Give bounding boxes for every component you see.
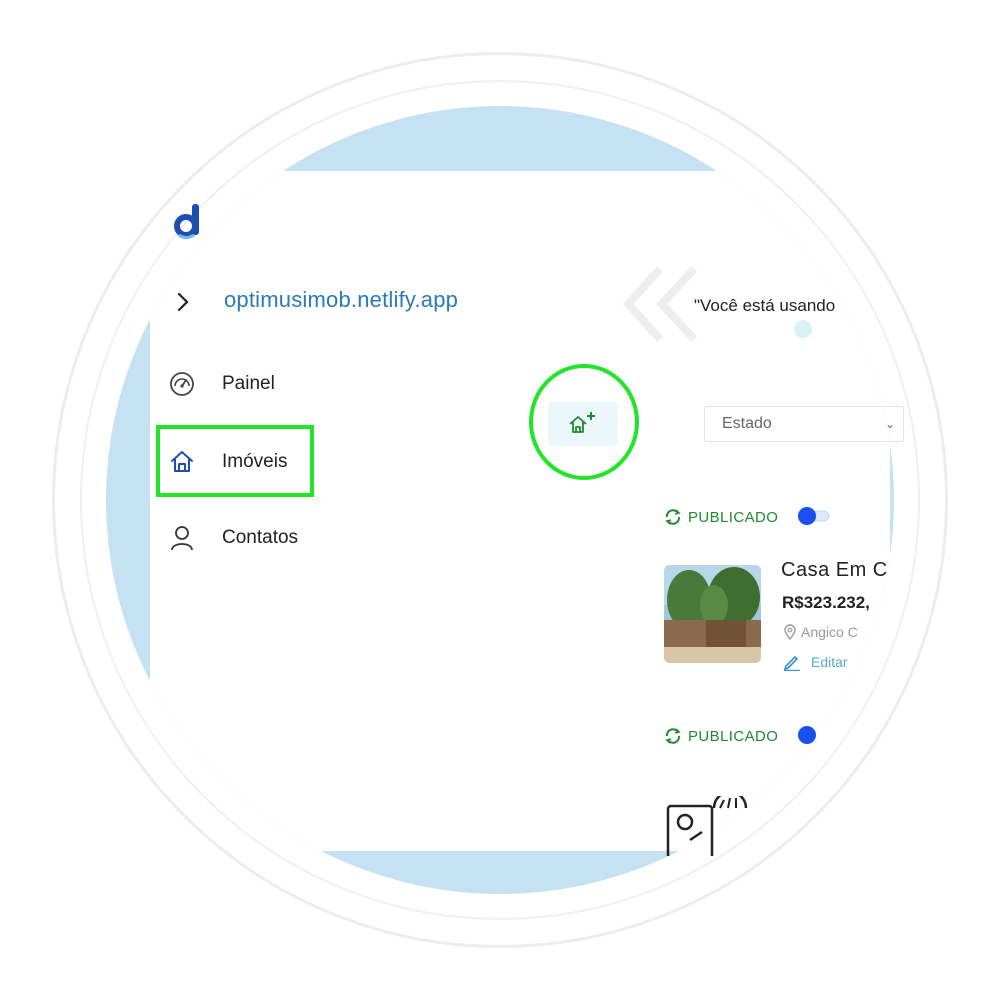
location-pin-icon (784, 624, 796, 640)
double-chevron-left-icon (622, 266, 697, 342)
highlight-circle-add-button (529, 364, 639, 480)
speedometer-icon (166, 368, 198, 400)
sync-icon (665, 509, 681, 525)
sidebar-item-painel[interactable]: Painel (166, 362, 346, 406)
notice-dot (794, 320, 812, 338)
status-label: PUBLICADO (688, 727, 779, 745)
publish-toggle[interactable] (797, 726, 831, 744)
listing-location: Angico C (783, 624, 858, 640)
sync-icon (665, 728, 681, 744)
publish-toggle[interactable] (797, 507, 831, 525)
edit-label: Editar (811, 654, 848, 670)
sidebar-item-contatos[interactable]: Contatos (166, 516, 346, 560)
estado-select-value: Estado (722, 415, 772, 432)
user-icon (166, 522, 198, 554)
chevron-right-icon[interactable] (173, 290, 193, 314)
listing-location-text: Angico C (801, 624, 858, 640)
status-badge: PUBLICADO (664, 508, 778, 526)
status-label: PUBLICADO (688, 508, 779, 526)
listing-price: R$323.232, (782, 593, 870, 612)
site-url[interactable]: optimusimob.netlify.app (224, 287, 458, 313)
usage-notice: "Você está usando (694, 296, 836, 315)
sidebar-item-label: Contatos (222, 527, 299, 548)
estado-select[interactable]: Estado ⌄ (704, 406, 904, 442)
sidebar-item-label: Painel (222, 373, 275, 394)
property-photo[interactable] (664, 565, 761, 663)
listing-title[interactable]: Casa Em C (781, 559, 888, 582)
image-placeholder-icon (666, 796, 748, 856)
d-logo-icon[interactable] (174, 202, 204, 240)
pencil-icon (783, 655, 800, 671)
status-badge: PUBLICADO (664, 727, 778, 745)
edit-link[interactable]: Editar (783, 653, 848, 671)
chevron-down-icon: ⌄ (885, 417, 896, 431)
highlight-box-imoveis (156, 425, 314, 497)
app-content: optimusimob.netlify.app Painel Imóveis C… (0, 0, 1000, 1000)
